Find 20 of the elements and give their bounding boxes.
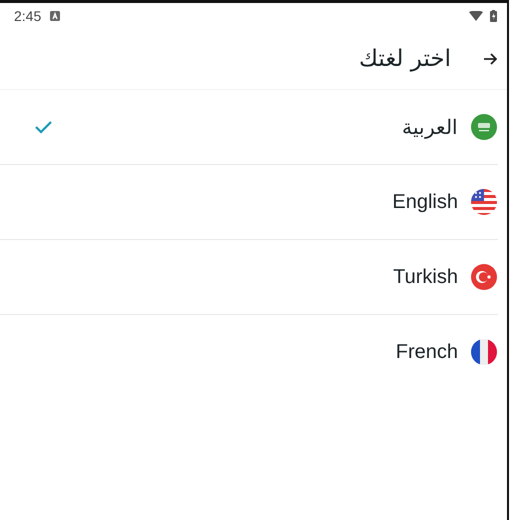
- back-button[interactable]: [483, 52, 497, 66]
- checkmark-icon: [35, 120, 52, 134]
- status-time: 2:45: [14, 8, 42, 24]
- language-item[interactable]: Turkish: [0, 240, 498, 315]
- flag-icon: [471, 114, 497, 140]
- flag-icon: [471, 339, 497, 365]
- language-name: English: [392, 190, 458, 214]
- language-item[interactable]: French: [0, 315, 498, 389]
- arrow-icon: [483, 52, 497, 66]
- flag-icon: [471, 189, 497, 215]
- language-name: Turkish: [393, 266, 458, 288]
- wifi-icon: [469, 10, 483, 20]
- flag-icon: [471, 264, 497, 290]
- page-title: اختر لغتك: [359, 46, 451, 72]
- notification-icon: [50, 10, 60, 20]
- language-item[interactable]: العربية: [0, 90, 498, 165]
- language-name: العربية: [402, 116, 458, 140]
- language-name: French: [396, 340, 458, 364]
- battery-icon: [490, 10, 497, 22]
- language-item[interactable]: English: [0, 165, 498, 240]
